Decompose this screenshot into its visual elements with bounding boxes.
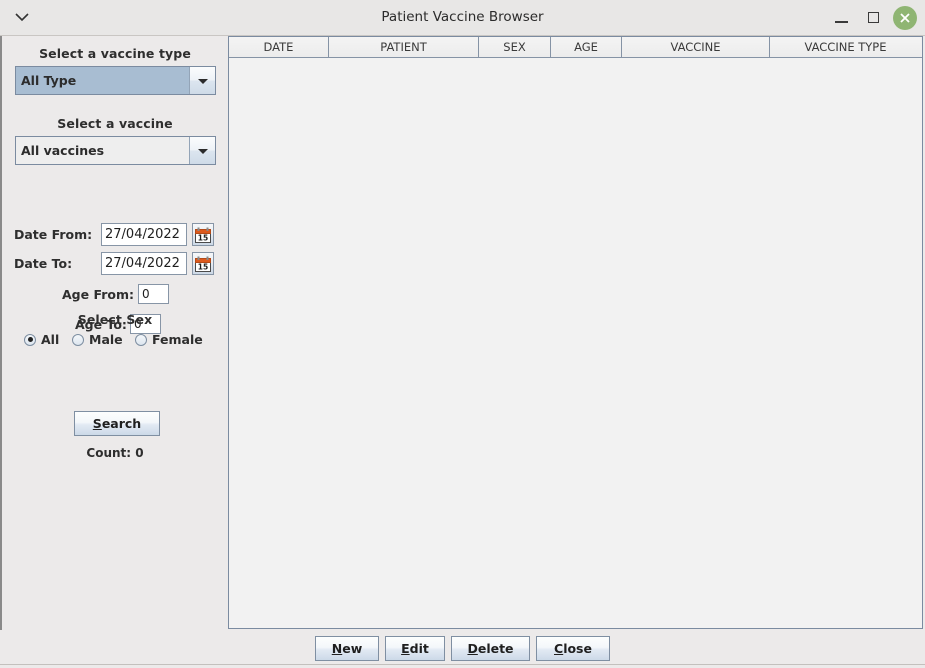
svg-text:15: 15 (198, 263, 208, 272)
table-column-header-label: VACCINE TYPE (804, 40, 887, 54)
date-to-label: Date To: (14, 256, 73, 271)
maximize-icon (868, 12, 879, 23)
table-column-header[interactable]: SEX (479, 37, 551, 57)
minimize-icon (835, 21, 848, 23)
table-column-header[interactable]: PATIENT (329, 37, 479, 57)
radio-sex-all[interactable]: All (24, 332, 59, 347)
age-from-label: Age From: (62, 287, 134, 302)
close-button-mnemonic: C (554, 641, 564, 656)
close-button[interactable]: Close (536, 636, 610, 661)
window-title: Patient Vaccine Browser (381, 9, 544, 25)
new-button[interactable]: New (315, 636, 379, 661)
table-body[interactable] (229, 58, 922, 628)
minimize-button[interactable] (830, 6, 854, 30)
close-window-button[interactable] (893, 6, 917, 30)
radio-label: Male (89, 332, 123, 347)
radio-label: Female (152, 332, 203, 347)
action-bar: New Edit Delete Close (0, 630, 925, 668)
date-from-calendar-button[interactable]: 15 (192, 223, 214, 246)
date-from-label: Date From: (14, 227, 93, 242)
table-column-header[interactable]: VACCINE (622, 37, 770, 57)
new-button-mnemonic: N (331, 641, 343, 656)
vaccine-select[interactable]: All vaccines (15, 136, 216, 165)
radio-indicator (135, 333, 147, 346)
delete-button[interactable]: Delete (451, 636, 530, 661)
vaccine-value: All vaccines (16, 137, 189, 164)
edit-button-label: dit (409, 641, 429, 656)
date-from-input[interactable] (101, 223, 187, 246)
result-count-label: Count: 0 (86, 446, 144, 460)
table-column-header[interactable]: AGE (551, 37, 622, 57)
maximize-button[interactable] (862, 6, 886, 30)
results-table: DATE PATIENT SEX AGE VACCINE VACCINE TYPE (228, 36, 923, 629)
table-column-header-label: VACCINE (670, 40, 721, 54)
date-to-input[interactable] (101, 252, 187, 275)
vaccine-type-heading: Select a vaccine type (39, 46, 191, 61)
delete-button-mnemonic: D (467, 641, 478, 656)
edit-button-mnemonic: E (401, 641, 410, 656)
svg-text:15: 15 (198, 234, 208, 243)
radio-indicator (72, 333, 84, 346)
close-icon (893, 6, 917, 30)
close-button-label: lose (563, 641, 592, 656)
search-button-label: earch (101, 416, 142, 431)
radio-label: All (41, 332, 60, 347)
table-column-header-label: DATE (263, 40, 294, 54)
sex-radio-group: All Male Female (2, 332, 228, 354)
patient-vaccine-browser-window: Patient Vaccine Browser Select a vaccine… (0, 0, 925, 668)
window-bottom-rule (0, 664, 925, 665)
calendar-icon: 15 (195, 227, 211, 243)
table-column-header-label: PATIENT (380, 40, 427, 54)
table-column-header-label: SEX (503, 40, 526, 54)
chevron-down-icon[interactable] (189, 67, 215, 94)
new-button-label: ew (342, 641, 363, 656)
table-column-header[interactable]: DATE (229, 37, 329, 57)
edit-button[interactable]: Edit (385, 636, 445, 661)
table-column-header-label: AGE (574, 40, 598, 54)
table-header-row: DATE PATIENT SEX AGE VACCINE VACCINE TYPE (229, 37, 922, 58)
radio-indicator (24, 333, 36, 346)
vaccine-type-value: All Type (16, 67, 189, 94)
sex-heading: Select Sex (77, 312, 153, 327)
date-to-calendar-button[interactable]: 15 (192, 252, 214, 275)
search-button[interactable]: Search (74, 411, 160, 436)
title-bar: Patient Vaccine Browser (0, 0, 925, 36)
vaccine-heading: Select a vaccine (57, 116, 173, 131)
delete-button-label: elete (477, 641, 514, 656)
age-from-input[interactable] (138, 284, 169, 304)
radio-sex-female[interactable]: Female (135, 332, 203, 347)
filter-sidebar: Select a vaccine type All Type Select a … (1, 36, 227, 630)
calendar-icon: 15 (195, 256, 211, 272)
radio-sex-male[interactable]: Male (72, 332, 123, 347)
table-column-header[interactable]: VACCINE TYPE (770, 37, 921, 57)
search-button-mnemonic: S (92, 416, 102, 431)
vaccine-type-select[interactable]: All Type (15, 66, 216, 95)
chevron-down-icon[interactable] (189, 137, 215, 164)
